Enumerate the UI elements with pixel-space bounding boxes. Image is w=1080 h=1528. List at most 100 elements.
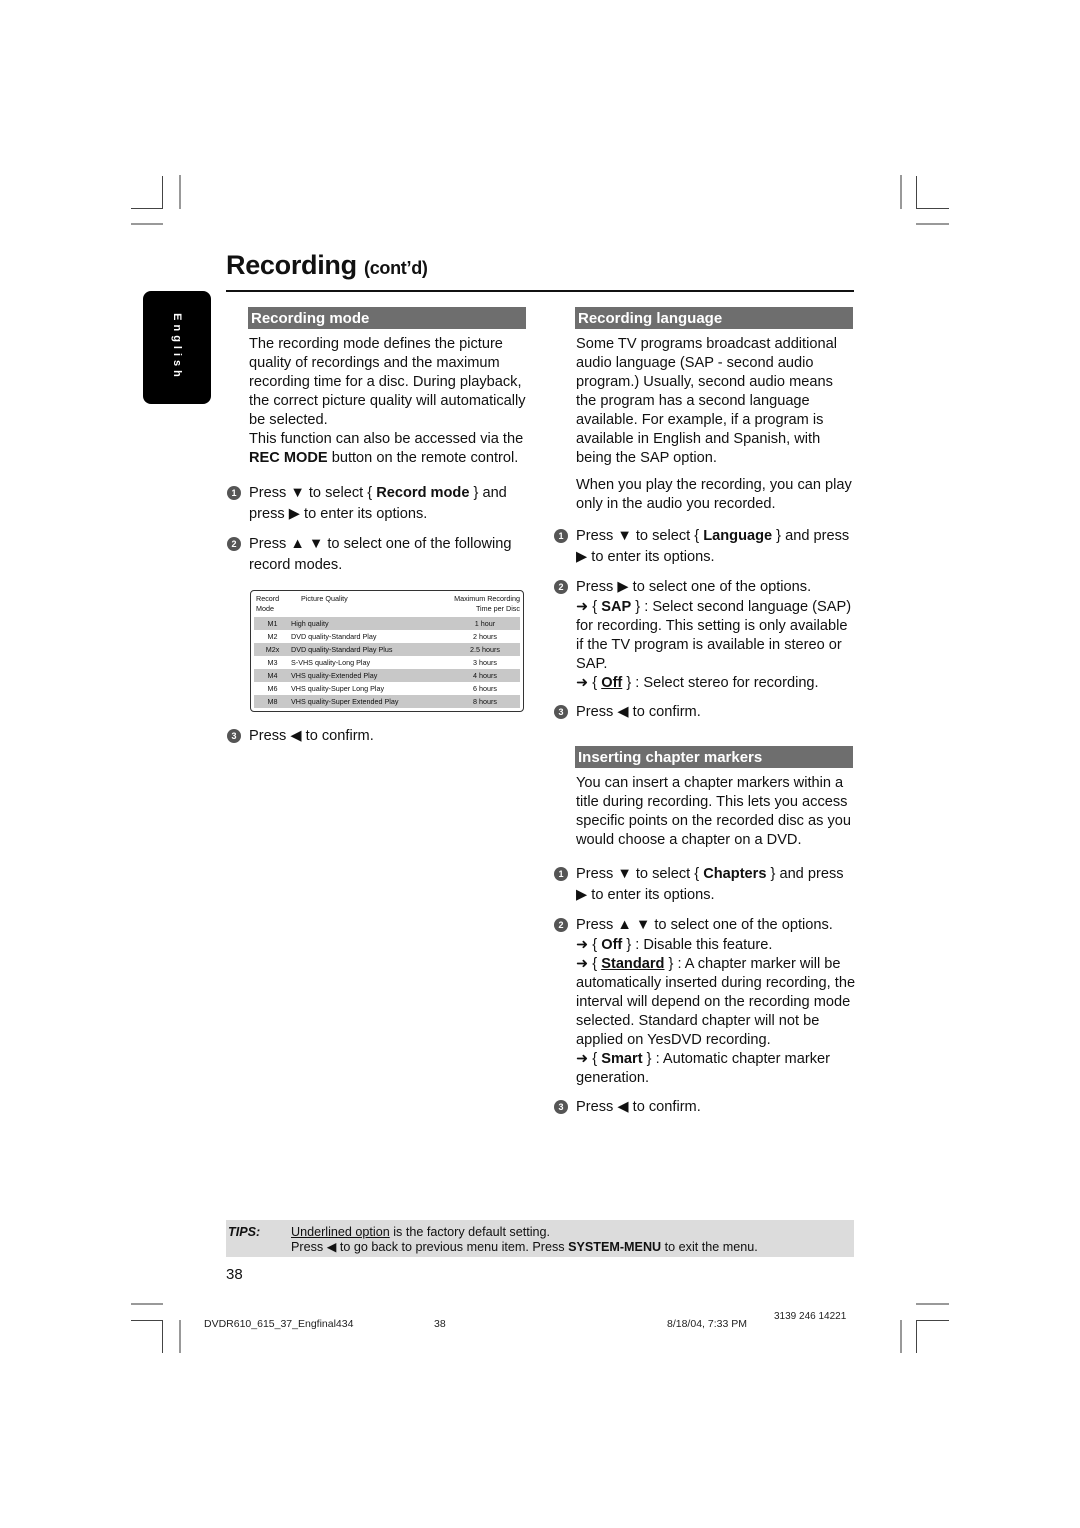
system-menu-button-name: SYSTEM-MENU (568, 1240, 662, 1254)
option-name: Off (601, 937, 623, 953)
crop-mark (162, 1320, 163, 1353)
recording-language-note: When you play the recording, you can pla… (576, 477, 852, 512)
text: Press ◀ to go back to previous menu item… (291, 1240, 569, 1254)
cell-mode: M2 (267, 632, 278, 641)
step-1: 1 Press ▼ to select { Chapters } and pre… (554, 864, 856, 906)
menu-option-name: Chapters (703, 866, 767, 882)
column-header: Record Mode (254, 594, 301, 614)
crop-mark (179, 1320, 181, 1353)
footer-filename: DVDR610_615_37_Engfinal434 (204, 1318, 354, 1330)
text: Time per Disc (475, 604, 520, 613)
text: Press ◀ to confirm. (576, 704, 701, 720)
footer-code: 3139 246 14221 (774, 1311, 847, 1322)
crop-mark (131, 208, 163, 209)
table-row: M8 VHS quality-Super Extended Play 8 hours (254, 695, 520, 708)
cell-time: 3 hours (473, 658, 497, 667)
step-number-icon: 2 (554, 918, 568, 932)
option-name: Off (601, 675, 623, 691)
record-mode-table: Record Mode Picture Quality Maximum Recor… (250, 590, 524, 712)
section-heading: Recording mode (248, 307, 526, 329)
option-item: ➜ { Standard } : A chapter marker will b… (576, 955, 856, 1050)
rec-mode-button-name: REC MODE (249, 450, 328, 466)
cell-mode: M3 (267, 658, 278, 667)
recording-mode-section: Recording mode The recording mode define… (227, 307, 529, 747)
cell-time: 2 hours (473, 632, 497, 641)
cell-time: 1 hour (474, 619, 496, 628)
tips-box: TIPS: Underlined option is the factory d… (226, 1220, 854, 1257)
page-number: 38 (226, 1266, 243, 1283)
option-name: Standard (601, 956, 665, 972)
cell-quality: VHS quality-Super Extended Play (291, 697, 399, 706)
step-3: 3 Press ◀ to confirm. (554, 1097, 856, 1118)
cell-mode: M4 (267, 671, 278, 680)
crop-mark (916, 1320, 917, 1353)
cell-quality: VHS quality-Super Long Play (291, 684, 385, 693)
page-title: Recording (cont’d) (226, 250, 428, 281)
step-number-icon: 1 (554, 529, 568, 543)
column-header: Maximum Recording Time per Disc (440, 594, 520, 614)
cell-time: 6 hours (473, 684, 497, 693)
step-number-icon: 2 (227, 537, 241, 551)
arrow-icon: ➜ { (576, 956, 602, 972)
page-title-subtitle: (cont’d) (364, 258, 428, 278)
option-item: ➜ { SAP } : Select second language (SAP)… (576, 598, 856, 674)
section-heading: Recording language (575, 307, 853, 329)
cell-time: 4 hours (473, 671, 497, 680)
step-number-icon: 2 (554, 580, 568, 594)
step-1: 1 Press ▼ to select { Record mode } and … (227, 483, 529, 525)
crop-mark (916, 223, 949, 225)
text: Press ◀ to confirm. (249, 728, 374, 744)
page-title-main: Recording (226, 250, 357, 280)
table-row: M2x DVD quality-Standard Play Plus 2.5 hou… (254, 643, 520, 656)
section-heading: Inserting chapter markers (575, 746, 853, 768)
crop-mark (916, 1303, 949, 1305)
chapter-markers-intro: You can insert a chapter markers within … (576, 775, 852, 848)
step-number-icon: 1 (554, 867, 568, 881)
cell-quality: DVD quality-Standard Play (291, 632, 377, 641)
table-row: M6 VHS quality-Super Long Play 6 hours (254, 682, 520, 695)
arrow-icon: ➜ { (576, 937, 602, 953)
crop-mark (179, 175, 181, 209)
text: Press ▼ to select { (576, 866, 704, 882)
menu-option-name: Record mode (376, 485, 470, 501)
step-number-icon: 3 (554, 1100, 568, 1114)
table-row: M3 S-VHS quality-Long Play 3 hours (254, 656, 520, 669)
arrow-icon: ➜ { (576, 1051, 602, 1067)
option-description: } : Select stereo for recording. (622, 675, 819, 691)
text: is the factory default setting. (389, 1225, 551, 1239)
cell-quality: S-VHS quality-Long Play (291, 658, 371, 667)
text: Press ▼ to select { (576, 528, 704, 544)
text: Maximum Recording (454, 594, 520, 603)
option-name: Smart (601, 1051, 643, 1067)
cell-quality: High quality (291, 619, 329, 628)
step-2: 2 Press ▶ to select one of the options. … (554, 577, 856, 693)
text: Record (256, 594, 280, 603)
option-name: SAP (601, 599, 632, 615)
cell-time: 8 hours (473, 697, 497, 706)
text: Underlined option (291, 1225, 390, 1239)
crop-mark (131, 223, 163, 225)
table-body: M1 High quality 1 hour M2 DVD quality-Standa… (254, 617, 520, 708)
arrow-icon: ➜ { (576, 599, 602, 615)
cell-time: 2.5 hours (470, 645, 500, 654)
menu-option-name: Language (703, 528, 773, 544)
crop-mark (900, 175, 902, 209)
crop-mark (916, 176, 917, 209)
cell-mode: M6 (267, 684, 278, 693)
text: Press ▲ ▼ to select one of the following… (249, 536, 512, 573)
tips-line-1: Underlined option is the factory default… (291, 1225, 550, 1240)
recording-language-intro: Some TV programs broadcast additional au… (576, 336, 837, 466)
footer-page: 38 (434, 1318, 446, 1330)
text: Press ▶ to select one of the options. (576, 579, 812, 595)
text: This function can also be accessed via t… (249, 431, 524, 447)
table-header: Record Mode Picture Quality Maximum Recor… (254, 594, 520, 617)
option-item: ➜ { Smart } : Automatic chapter marker g… (576, 1050, 856, 1088)
column-header: Picture Quality (301, 594, 348, 603)
crop-mark (916, 208, 949, 209)
step-3: 3 Press ◀ to confirm. (227, 726, 529, 747)
language-tab-label: English (171, 313, 183, 381)
step-number-icon: 1 (227, 486, 241, 500)
step-1: 1 Press ▼ to select { Language } and pre… (554, 526, 856, 568)
step-number-icon: 3 (227, 729, 241, 743)
crop-mark (916, 1320, 949, 1321)
